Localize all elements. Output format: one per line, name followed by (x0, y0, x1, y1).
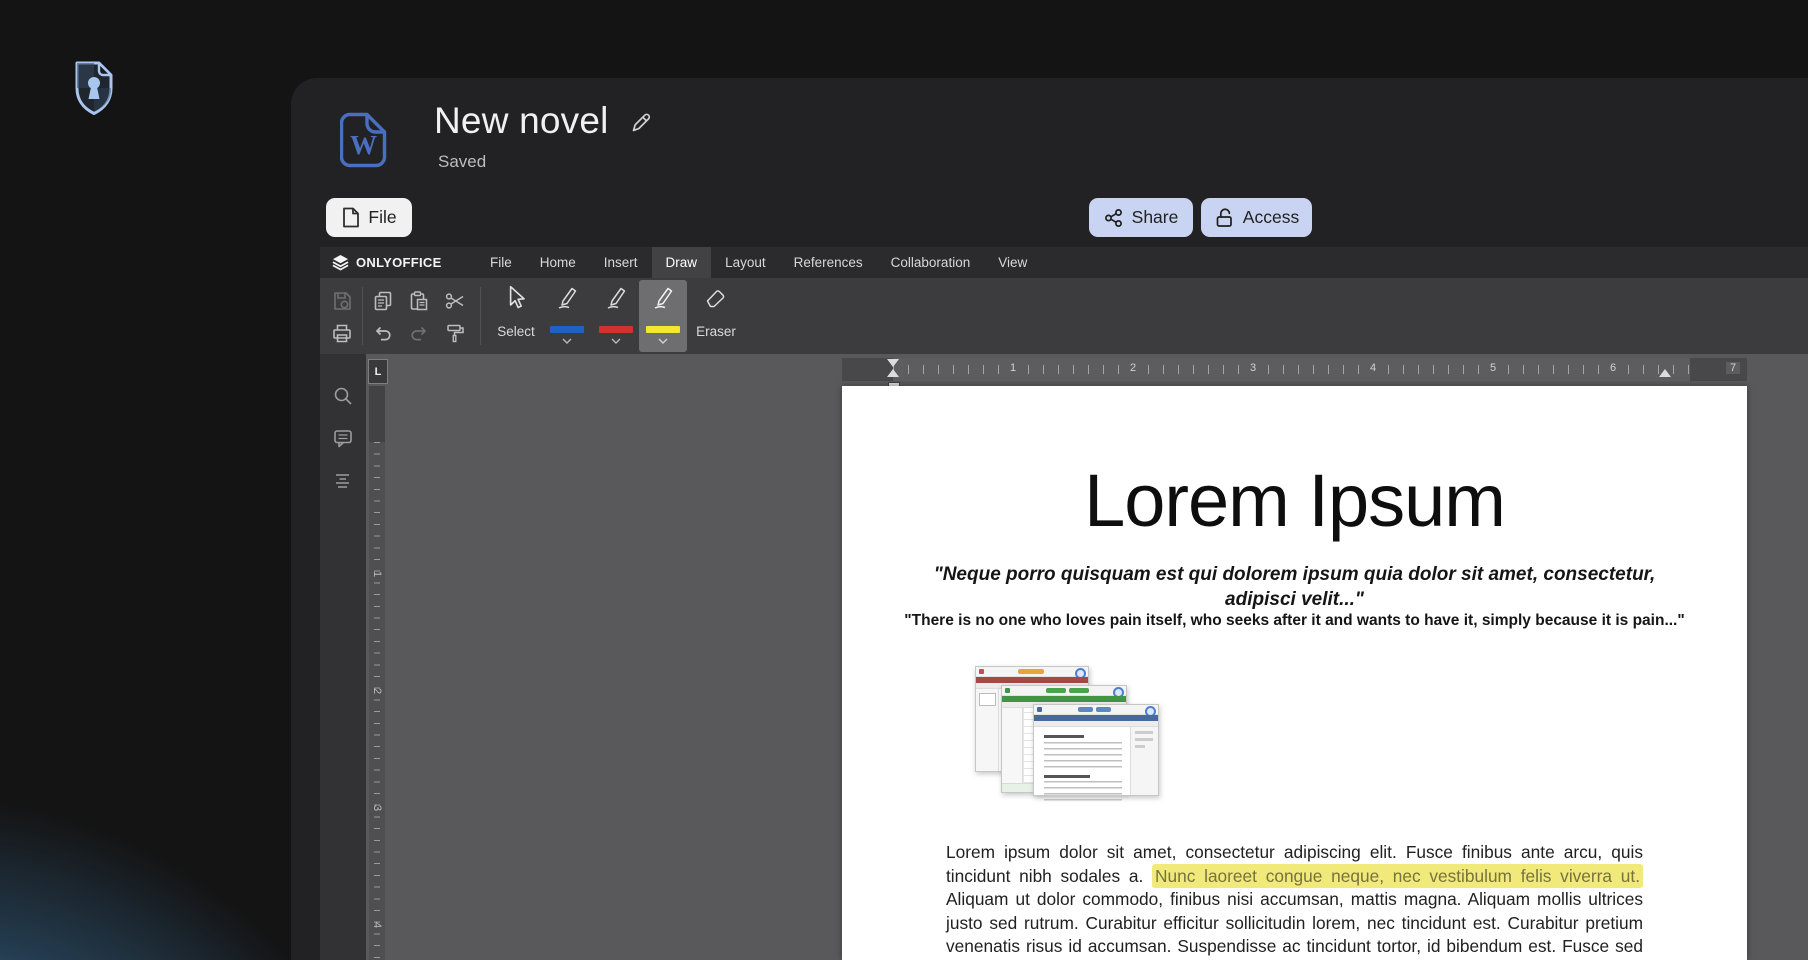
hruler-number: 3 (1246, 362, 1260, 374)
hruler-number: 4 (1366, 362, 1380, 374)
undo-button[interactable] (369, 319, 397, 347)
paragraph-text: Aliquam ut dolor commodo, finibus nisi a… (946, 889, 1643, 960)
editor-panel: W New novel Saved File Share (291, 78, 1808, 960)
eraser-tool[interactable] (702, 284, 730, 312)
vruler-number: 3 (371, 802, 383, 814)
tab-view[interactable]: View (984, 247, 1041, 278)
file-page-icon (341, 207, 360, 228)
first-line-indent-marker[interactable] (887, 359, 899, 367)
share-button-label: Share (1132, 207, 1179, 228)
file-button-label: File (368, 207, 396, 228)
doc-paragraph: Lorem ipsum dolor sit amet, consectetur … (946, 841, 1643, 960)
redo-button[interactable] (405, 319, 433, 347)
comments-icon[interactable] (329, 424, 357, 452)
access-button-label: Access (1243, 207, 1299, 228)
hanging-indent-marker[interactable] (887, 369, 899, 377)
access-button[interactable]: Access (1201, 198, 1312, 237)
left-sidebar (320, 354, 366, 960)
onlyoffice-brand: ONLYOFFICE (320, 247, 450, 278)
share-button[interactable]: Share (1089, 198, 1193, 237)
doc-quote-secondary: "There is no one who loves pain itself, … (902, 612, 1687, 630)
horizontal-ruler[interactable]: 1 2 3 4 5 6 7 (842, 358, 1747, 381)
app-window: W New novel Saved File Share (0, 0, 1808, 960)
copy-button[interactable] (369, 287, 397, 315)
tab-layout[interactable]: Layout (711, 247, 780, 278)
onlyoffice-logo-icon (332, 254, 349, 271)
blue-pen-chevron-down-icon[interactable] (562, 338, 572, 344)
vertical-ruler[interactable]: 1 2 3 4 (369, 386, 385, 960)
select-tool[interactable] (502, 284, 530, 312)
hruler-number: 7 (1726, 362, 1740, 374)
menu-bar: ONLYOFFICE File Home Insert Draw Layout … (320, 247, 1808, 278)
rename-pencil-icon[interactable] (629, 111, 653, 135)
share-nodes-icon (1104, 208, 1124, 228)
tab-collaboration[interactable]: Collaboration (877, 247, 985, 278)
ribbon-tabs: File Home Insert Draw Layout References … (476, 247, 1041, 278)
paste-button[interactable] (405, 287, 433, 315)
tab-home[interactable]: Home (526, 247, 590, 278)
vertical-ruler-ticks (374, 442, 380, 960)
vruler-number: 1 (371, 568, 383, 580)
save-button[interactable] (328, 287, 356, 315)
privacy-shield-icon[interactable] (70, 58, 118, 116)
unlock-icon (1214, 207, 1235, 228)
tab-file[interactable]: File (476, 247, 526, 278)
eraser-tool-label: Eraser (690, 324, 742, 339)
red-pen-chevron-down-icon[interactable] (611, 338, 621, 344)
red-pen-tool[interactable] (602, 284, 630, 312)
document-page[interactable]: Lorem Ipsum "Neque porro quisquam est qu… (842, 386, 1747, 960)
document-workspace[interactable]: L 1 2 3 4 1 2 3 4 5 6 7 (366, 354, 1808, 960)
highlighted-text: Nunc laoreet congue neque, nec vestibulu… (1152, 864, 1643, 888)
tab-references[interactable]: References (780, 247, 877, 278)
hruler-number: 2 (1126, 362, 1140, 374)
print-button[interactable] (328, 319, 356, 347)
embedded-image-onlyoffice-editors[interactable] (975, 660, 1157, 794)
doc-heading: Lorem Ipsum (842, 464, 1747, 538)
hruler-number: 1 (1006, 362, 1020, 374)
draw-toolbar: Select Eraser (320, 278, 1808, 354)
doc-quote-primary: "Neque porro quisquam est qui dolorem ip… (932, 562, 1657, 612)
select-tool-label: Select (490, 324, 542, 339)
blue-pen-tool[interactable] (553, 284, 581, 312)
toolbar-separator (362, 287, 363, 345)
navigation-headings-icon[interactable] (329, 466, 357, 494)
document-title: New novel (434, 100, 609, 142)
vertical-ruler-margin (369, 386, 385, 442)
search-icon[interactable] (329, 382, 357, 410)
hruler-number: 6 (1606, 362, 1620, 374)
tab-stop-selector[interactable]: L (368, 359, 388, 384)
vruler-number: 4 (371, 919, 383, 931)
format-painter-button[interactable] (441, 319, 469, 347)
red-pen-color-bar[interactable] (599, 326, 633, 333)
toolbar-separator (480, 287, 481, 345)
cut-button[interactable] (441, 287, 469, 315)
vruler-number: 2 (371, 685, 383, 697)
save-status: Saved (438, 152, 486, 172)
hruler-number: 5 (1486, 362, 1500, 374)
mini-document-window (1033, 704, 1159, 796)
brand-label: ONLYOFFICE (356, 255, 442, 270)
tab-insert[interactable]: Insert (590, 247, 652, 278)
yellow-highlighter-chevron-down-icon[interactable] (658, 338, 668, 344)
yellow-highlighter-color-bar[interactable] (646, 326, 680, 333)
yellow-highlighter-tool[interactable] (649, 284, 677, 312)
blue-pen-color-bar[interactable] (550, 326, 584, 333)
right-indent-marker[interactable] (1659, 369, 1671, 377)
file-button[interactable]: File (326, 198, 412, 237)
tab-draw[interactable]: Draw (652, 247, 712, 278)
doc-icon-letter: W (340, 130, 387, 161)
